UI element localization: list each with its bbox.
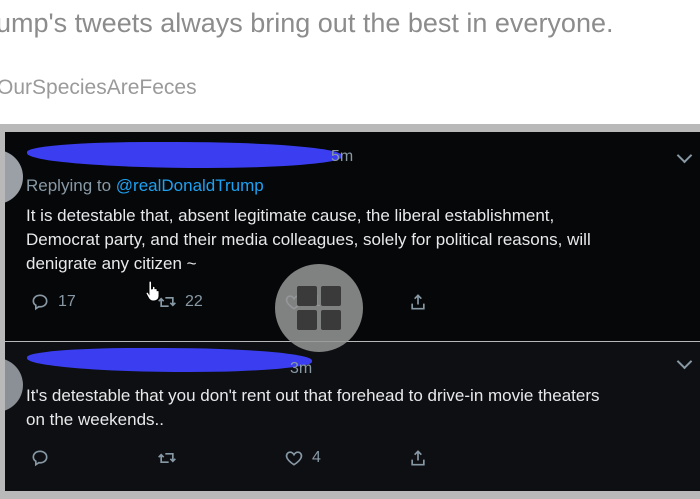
replying-to: Replying to @realDonaldTrump xyxy=(26,176,264,196)
tweet-text: It is detestable that, absent legitimate… xyxy=(26,204,691,276)
hand-cursor-icon xyxy=(145,280,160,302)
like-button[interactable]: 4 xyxy=(284,448,321,468)
reply-button[interactable] xyxy=(30,448,58,468)
tweet-text-line: It is detestable that, absent legitimate… xyxy=(26,206,555,225)
avatar[interactable] xyxy=(5,358,23,412)
share-button[interactable] xyxy=(408,292,428,312)
tweet-text-line: denigrate any citizen ~ xyxy=(26,254,197,273)
tweet-text: It's detestable that you don't rent out … xyxy=(26,384,691,432)
share-button[interactable] xyxy=(408,448,428,468)
reply-count: 17 xyxy=(58,293,76,310)
tweet-time: 3m xyxy=(290,360,313,377)
replying-prefix: Replying to xyxy=(26,176,116,195)
post-author[interactable]: OurSpeciesAreFeces xyxy=(0,76,197,100)
share-icon xyxy=(411,294,425,310)
retweet-button[interactable] xyxy=(157,448,185,468)
avatar[interactable] xyxy=(5,150,23,204)
chevron-down-icon[interactable] xyxy=(676,147,693,164)
tweet-time: 5m xyxy=(331,148,354,165)
redacted-name xyxy=(27,142,342,168)
reply-button[interactable]: 17 xyxy=(30,292,76,312)
share-icon xyxy=(411,450,425,466)
tweet-text-line: Democrat party, and their media colleagu… xyxy=(26,230,591,249)
heart-icon xyxy=(285,451,303,466)
like-count: 4 xyxy=(312,449,321,466)
post-headline: ump's tweets always bring out the best i… xyxy=(0,8,614,38)
chevron-down-icon[interactable] xyxy=(676,353,693,370)
tweet-text-line: on the weekends.. xyxy=(26,410,164,429)
retweet-button[interactable]: 22 xyxy=(157,292,203,312)
grid-icon xyxy=(297,286,341,330)
tweet-actions: 4 xyxy=(26,448,690,472)
tweet-text-line: It's detestable that you don't rent out … xyxy=(26,386,600,405)
redacted-name xyxy=(27,348,312,372)
reply-icon xyxy=(32,450,48,467)
retweet-count: 22 xyxy=(185,293,203,310)
mention-link[interactable]: @realDonaldTrump xyxy=(116,176,264,195)
gallery-overlay-button[interactable] xyxy=(275,264,363,352)
reply-icon xyxy=(32,294,48,311)
tweet-card[interactable]: 3m It's detestable that you don't rent o… xyxy=(5,342,700,491)
retweet-icon xyxy=(158,453,176,463)
